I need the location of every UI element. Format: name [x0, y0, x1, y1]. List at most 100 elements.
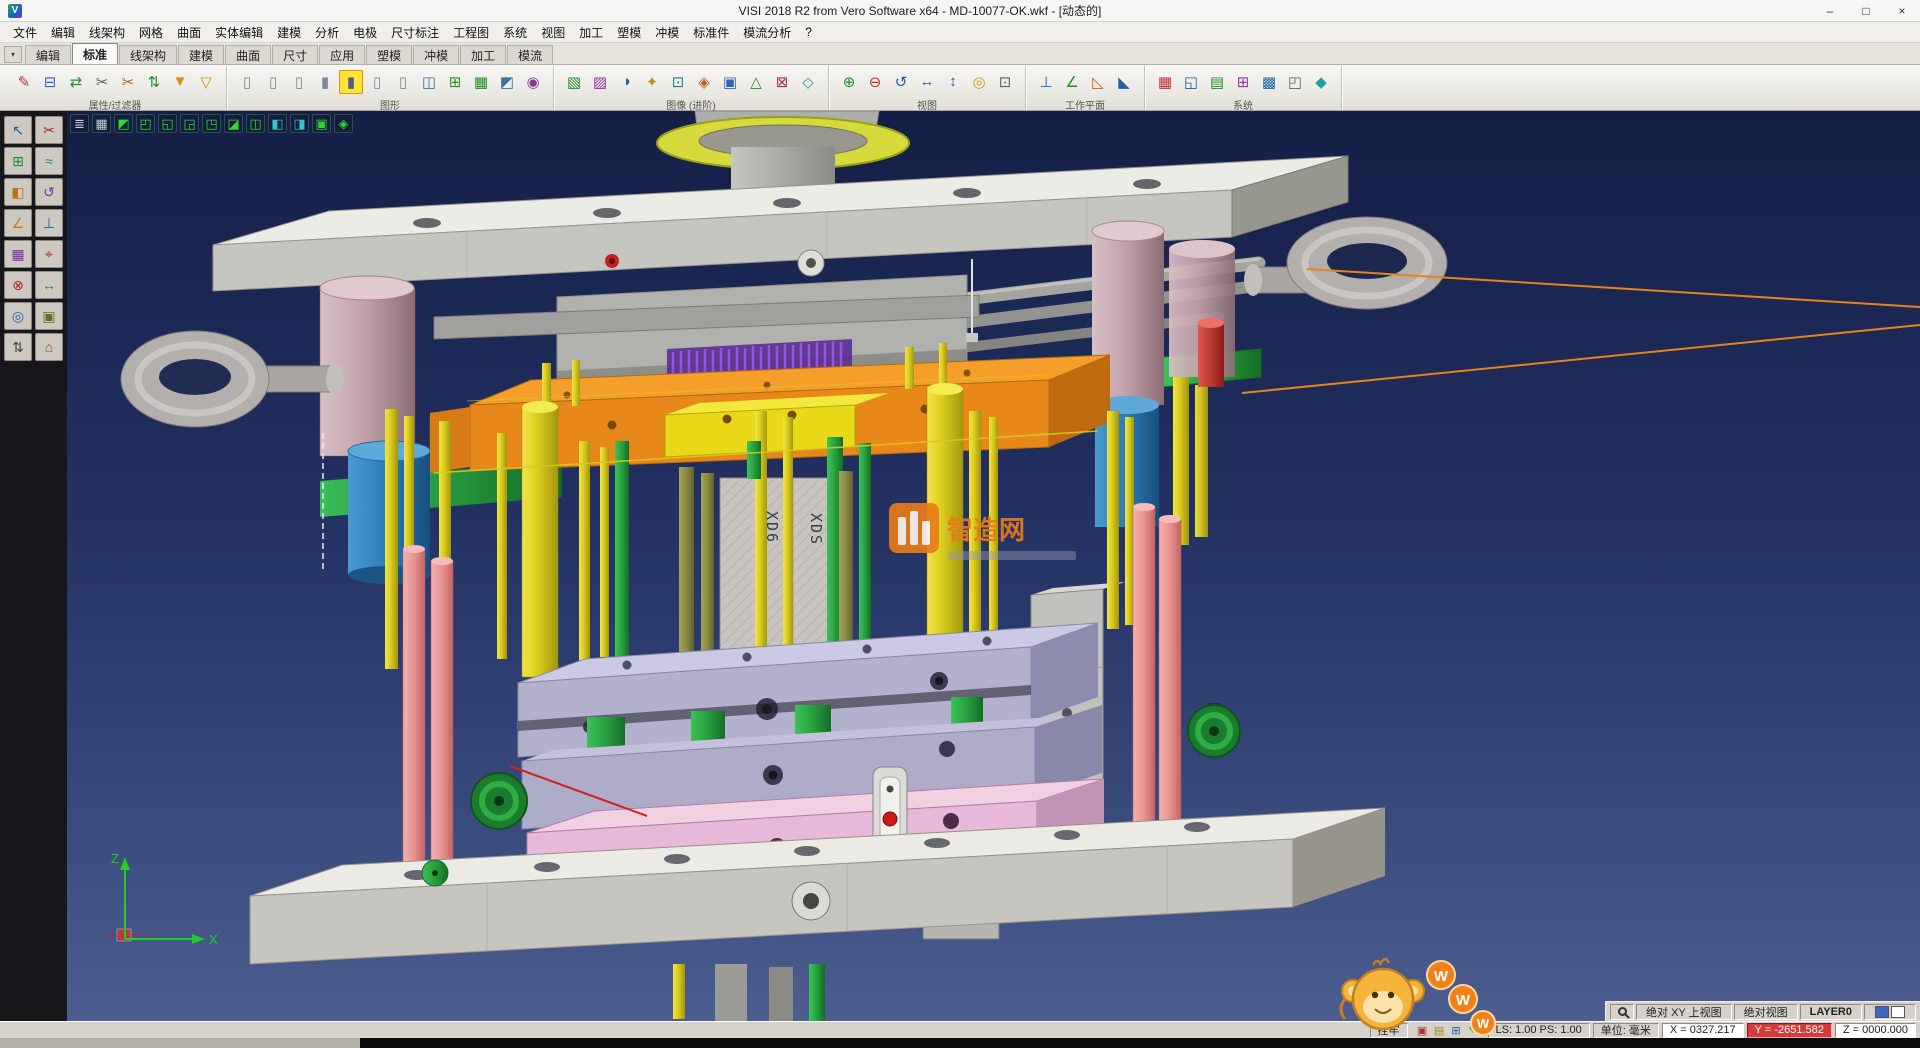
- active-layer-cell[interactable]: LAYER0: [1800, 1004, 1862, 1020]
- menu-item[interactable]: 分析: [308, 22, 346, 43]
- render-shaded-icon[interactable]: ▮: [339, 70, 363, 94]
- tab[interactable]: 尺寸: [272, 45, 318, 64]
- background-color-swatch[interactable]: [1891, 1006, 1905, 1018]
- grid-toggle-icon[interactable]: ⊞: [443, 70, 467, 94]
- snap-lock-cell[interactable]: 拴牢: [1370, 1023, 1408, 1038]
- pen-status-icon[interactable]: ✎: [1466, 1023, 1481, 1038]
- menu-item[interactable]: 视图: [534, 22, 572, 43]
- render-solid-icon[interactable]: ▮: [313, 70, 337, 94]
- tab[interactable]: 模流: [507, 45, 553, 64]
- info-card-icon[interactable]: ⊟: [38, 70, 62, 94]
- back-view-icon[interactable]: ◪: [224, 114, 243, 133]
- plus-panel-icon[interactable]: ⊞: [1231, 70, 1255, 94]
- gallery-icon[interactable]: ◇: [796, 70, 820, 94]
- menu-item[interactable]: 加工: [572, 22, 610, 43]
- view-list-icon[interactable]: ≣: [70, 114, 89, 133]
- trim-alt-icon[interactable]: ✂: [116, 70, 140, 94]
- menu-item[interactable]: 系统: [496, 22, 534, 43]
- rotate-cube-icon[interactable]: ◈: [334, 114, 353, 133]
- eye-bolt-right[interactable]: [1244, 217, 1447, 309]
- mesh-toggle-icon[interactable]: ▦: [469, 70, 493, 94]
- snapshot-icon[interactable]: ⊡: [666, 70, 690, 94]
- zoom-in-icon[interactable]: ⊕: [837, 70, 861, 94]
- perpendicular-icon[interactable]: ⊥: [35, 209, 63, 237]
- diamond-icon[interactable]: ◆: [1309, 70, 1333, 94]
- render-dashed-icon[interactable]: ▯: [287, 70, 311, 94]
- plane-normal-icon[interactable]: ⊥: [1034, 70, 1058, 94]
- snap-grid-icon[interactable]: ⊞: [4, 147, 32, 175]
- target-icon[interactable]: ⌖: [35, 240, 63, 268]
- tab[interactable]: 应用: [319, 45, 365, 64]
- tab[interactable]: 加工: [460, 45, 506, 64]
- 3d-viewport[interactable]: XD6 XDS: [67, 111, 1920, 1021]
- plane-corner-icon[interactable]: ◣: [1112, 70, 1136, 94]
- texture-icon[interactable]: ▧: [562, 70, 586, 94]
- menu-item[interactable]: 工程图: [446, 22, 496, 43]
- front-view-icon[interactable]: ◱: [158, 114, 177, 133]
- save-status-icon[interactable]: ▣: [1415, 1023, 1430, 1038]
- menu-item[interactable]: 冲模: [648, 22, 686, 43]
- tab-overflow-button[interactable]: ▾: [4, 46, 22, 63]
- background-icon[interactable]: ▣: [718, 70, 742, 94]
- gem-render-icon[interactable]: ◈: [692, 70, 716, 94]
- rotate-view-icon[interactable]: ↺: [889, 70, 913, 94]
- view-center-icon[interactable]: ◎: [967, 70, 991, 94]
- solid-box-icon[interactable]: ▣: [35, 302, 63, 330]
- layer-color-cell[interactable]: [1864, 1004, 1916, 1020]
- curve-icon[interactable]: ≈: [35, 147, 63, 175]
- angle-measure-icon[interactable]: ∠: [4, 209, 32, 237]
- menu-item[interactable]: 网格: [132, 22, 170, 43]
- iso-view-icon[interactable]: ◩: [114, 114, 133, 133]
- maximize-button[interactable]: □: [1848, 0, 1884, 21]
- view-mode-cell[interactable]: 绝对 XY 上视图: [1636, 1004, 1732, 1020]
- move-icon[interactable]: ↔: [35, 271, 63, 299]
- circle-tool-icon[interactable]: ◎: [4, 302, 32, 330]
- tab[interactable]: 标准: [72, 43, 118, 64]
- filter-outline-icon[interactable]: ▽: [194, 70, 218, 94]
- remove-image-icon[interactable]: ⊠: [770, 70, 794, 94]
- shadow-icon[interactable]: ◑: [614, 70, 638, 94]
- close-button[interactable]: ×: [1884, 0, 1920, 21]
- render-wireframe-icon[interactable]: ▯: [235, 70, 259, 94]
- menu-item[interactable]: 标准件: [686, 22, 736, 43]
- menu-item[interactable]: 尺寸标注: [384, 22, 446, 43]
- bottom-view-icon[interactable]: ◫: [246, 114, 265, 133]
- layers-status-icon[interactable]: ⊞: [1449, 1023, 1464, 1038]
- shaded-cube-icon[interactable]: ▣: [312, 114, 331, 133]
- minimize-button[interactable]: –: [1812, 0, 1848, 21]
- top-view-icon[interactable]: ◰: [136, 114, 155, 133]
- dimetric-view-icon[interactable]: ◨: [290, 114, 309, 133]
- right-view-icon[interactable]: ◲: [180, 114, 199, 133]
- tab[interactable]: 塑模: [366, 45, 412, 64]
- menu-item[interactable]: ?: [798, 23, 819, 41]
- pan-vertical-icon[interactable]: ↕: [941, 70, 965, 94]
- mold-assembly-scene[interactable]: XD6 XDS: [67, 111, 1920, 1021]
- layer-color-swatch[interactable]: [1875, 1006, 1889, 1018]
- material-icon[interactable]: ▨: [588, 70, 612, 94]
- rotate-icon[interactable]: ↺: [35, 178, 63, 206]
- trim-icon[interactable]: ✂: [90, 70, 114, 94]
- axon-view-icon[interactable]: ◧: [268, 114, 287, 133]
- scissors-trim-icon[interactable]: ✂: [35, 116, 63, 144]
- delete-icon[interactable]: ⊗: [4, 271, 32, 299]
- eye-bolt-left[interactable]: [121, 331, 344, 427]
- menu-item[interactable]: 曲面: [170, 22, 208, 43]
- zoom-out-icon[interactable]: ⊖: [863, 70, 887, 94]
- tab[interactable]: 建模: [178, 45, 224, 64]
- render-transparent-icon[interactable]: ▯: [391, 70, 415, 94]
- list-panel-icon[interactable]: ▤: [1205, 70, 1229, 94]
- menu-item[interactable]: 建模: [270, 22, 308, 43]
- light-icon[interactable]: ✦: [640, 70, 664, 94]
- workplane-cell[interactable]: 绝对视图: [1734, 1004, 1798, 1020]
- hatch-panel-icon[interactable]: ▩: [1257, 70, 1281, 94]
- tab[interactable]: 线架构: [119, 45, 177, 64]
- layers-panel-icon[interactable]: ◱: [1179, 70, 1203, 94]
- tab[interactable]: 冲模: [413, 45, 459, 64]
- zoom-select-cell[interactable]: [1610, 1004, 1634, 1020]
- mesh-icon[interactable]: ▦: [4, 240, 32, 268]
- swap-icon[interactable]: ⇅: [4, 333, 32, 361]
- green-wheel-left[interactable]: [471, 773, 527, 829]
- tab[interactable]: 曲面: [225, 45, 271, 64]
- section-view-icon[interactable]: ◫: [417, 70, 441, 94]
- render-hidden-icon[interactable]: ▯: [261, 70, 285, 94]
